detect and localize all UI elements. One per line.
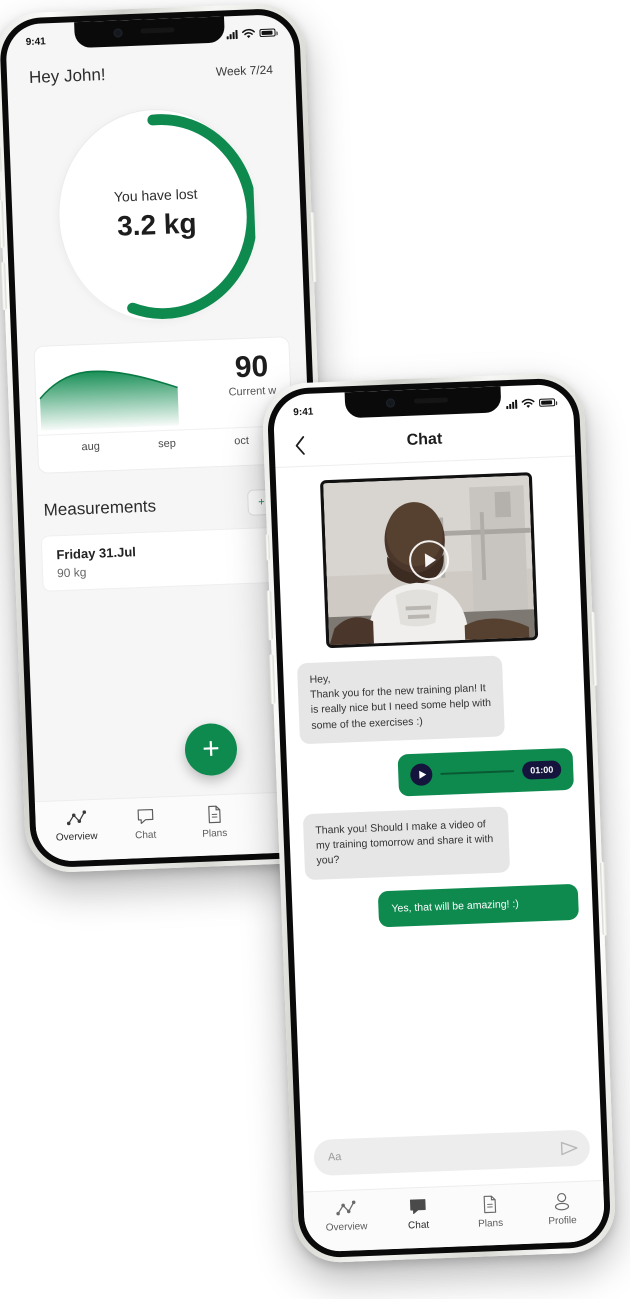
tab-label: Chat bbox=[407, 1219, 430, 1231]
video-message[interactable] bbox=[319, 472, 539, 649]
tab-overview[interactable]: Overview bbox=[310, 1199, 383, 1234]
wifi-icon bbox=[242, 28, 255, 38]
message-list: Hey, Thank you for the new training plan… bbox=[275, 457, 593, 931]
earpiece-speaker bbox=[413, 397, 448, 404]
measurement-value: 90 kg bbox=[56, 565, 87, 581]
mockup-stage: 9:41 Hey John! Week 7/24 You have lost 3… bbox=[0, 0, 630, 1299]
incoming-message: Hey, Thank you for the new training plan… bbox=[296, 655, 505, 745]
battery-icon bbox=[538, 398, 556, 407]
page-title: Chat bbox=[406, 430, 443, 449]
tab-label: Overview bbox=[55, 830, 98, 843]
tab-label: Overview bbox=[325, 1220, 368, 1234]
person-icon bbox=[554, 1192, 570, 1210]
overview-chart-icon bbox=[66, 809, 86, 825]
tab-plans[interactable]: Plans bbox=[179, 804, 249, 841]
chat-screen: 9:41 Chat Hey, Thank you for the new tra… bbox=[272, 383, 606, 1253]
measurements-title: Measurements bbox=[43, 496, 157, 520]
overview-chart-icon bbox=[336, 1200, 356, 1215]
current-weight-value: 90 bbox=[234, 349, 269, 385]
earpiece-speaker bbox=[140, 27, 175, 34]
tab-chat[interactable]: Chat bbox=[382, 1196, 455, 1232]
weight-loss-ring[interactable]: You have lost 3.2 kg bbox=[54, 105, 259, 323]
back-button[interactable] bbox=[290, 434, 309, 457]
audio-duration: 01:00 bbox=[521, 760, 562, 780]
front-camera-icon bbox=[113, 28, 123, 38]
tab-label: Plans bbox=[477, 1217, 504, 1230]
chat-bubble-icon bbox=[137, 808, 153, 824]
tab-overview[interactable]: Overview bbox=[41, 809, 111, 844]
play-icon[interactable] bbox=[409, 763, 433, 786]
tab-plans[interactable]: Plans bbox=[454, 1193, 527, 1230]
weight-chart-card[interactable]: 90 Current w aug sep oct bbox=[33, 336, 295, 474]
document-icon bbox=[483, 1195, 497, 1213]
month-tick: oct bbox=[234, 434, 250, 448]
month-tick: aug bbox=[81, 440, 101, 454]
message-composer: Aa bbox=[301, 1129, 602, 1177]
bottom-tab-bar: Overview Chat Plans Profile bbox=[303, 1179, 606, 1253]
measurement-row[interactable]: Friday 31.Jul 90 kg bbox=[40, 526, 299, 592]
outgoing-message: Yes, that will be amazing! :) bbox=[377, 883, 580, 928]
battery-icon bbox=[259, 28, 276, 38]
signal-bars-icon bbox=[506, 399, 518, 409]
greeting-text: Hey John! bbox=[28, 65, 106, 87]
chevron-left-icon bbox=[295, 435, 305, 455]
tab-label: Plans bbox=[201, 827, 228, 840]
wifi-icon bbox=[521, 398, 535, 408]
message-input-box[interactable]: Aa bbox=[313, 1129, 591, 1177]
tab-chat[interactable]: Chat bbox=[110, 806, 180, 842]
message-input-placeholder: Aa bbox=[327, 1151, 342, 1164]
audio-progress-track[interactable] bbox=[440, 770, 515, 775]
status-time: 9:41 bbox=[293, 406, 314, 418]
month-tick: sep bbox=[157, 437, 177, 451]
ring-value: 3.2 kg bbox=[116, 207, 198, 242]
add-fab-button[interactable]: + bbox=[184, 722, 238, 777]
tab-label: Chat bbox=[134, 829, 157, 841]
send-arrow-icon[interactable] bbox=[559, 1140, 580, 1157]
tab-label: Profile bbox=[548, 1214, 577, 1227]
incoming-message: Thank you! Should I make a video of my t… bbox=[302, 806, 511, 880]
chart-month-axis: aug sep oct bbox=[37, 425, 293, 455]
phone-chat: 9:41 Chat Hey, Thank you for the new tra… bbox=[261, 372, 617, 1264]
chat-bubble-filled-icon bbox=[409, 1198, 426, 1214]
status-time: 9:41 bbox=[25, 35, 46, 48]
tab-profile[interactable]: Profile bbox=[525, 1191, 598, 1228]
front-camera-icon bbox=[385, 398, 395, 408]
signal-bars-icon bbox=[226, 29, 238, 39]
week-counter: Week 7/24 bbox=[215, 62, 274, 79]
ring-label: You have lost bbox=[113, 185, 198, 205]
audio-message[interactable]: 01:00 bbox=[397, 747, 575, 797]
document-icon bbox=[207, 805, 221, 823]
